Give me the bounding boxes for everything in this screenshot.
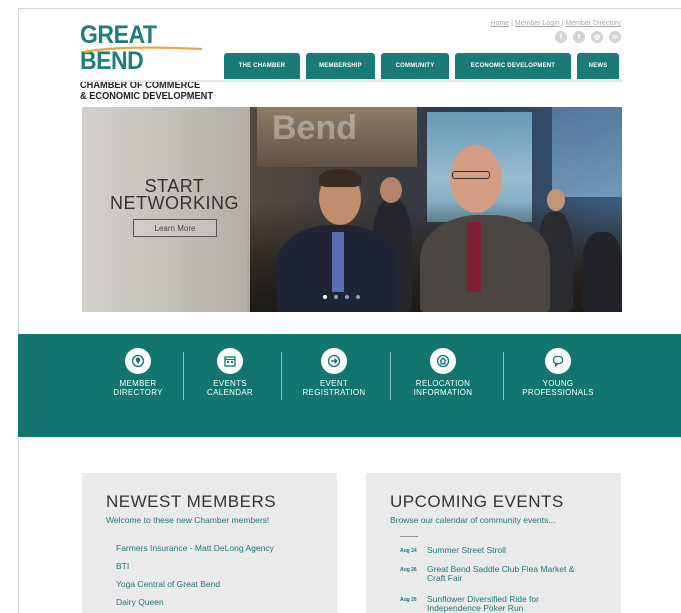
newest-members-box: NEWEST MEMBERS Welcome to these new Cham… xyxy=(82,473,337,613)
event-title[interactable]: Summer Street Stroll xyxy=(427,546,587,555)
newest-members-title: NEWEST MEMBERS xyxy=(106,492,277,511)
event-date: Aug 24 xyxy=(400,548,417,554)
logo-subtitle-line2: & ECONOMIC DEVELOPMENT xyxy=(80,90,213,102)
quick-link-relocation-information[interactable]: RELOCATION INFORMATION xyxy=(393,348,493,397)
learn-more-button[interactable]: Learn More xyxy=(133,219,217,237)
quick-link-divider xyxy=(503,352,504,400)
photo-person-tie xyxy=(467,222,481,292)
quick-link-young-professionals[interactable]: YOUNG PROFESSIONALS xyxy=(508,348,608,397)
hero-slider[interactable]: Bend START NETWORKING Learn More xyxy=(82,107,622,312)
quick-link-label: EVENT REGISTRATION xyxy=(302,379,366,397)
hero-photo-sign-text: Bend xyxy=(272,109,357,147)
nav-tab-economic-development[interactable]: ECONOMIC DEVELOPMENT xyxy=(455,53,571,79)
photo-person-head xyxy=(380,177,402,203)
photo-person-tie xyxy=(332,232,344,292)
event-date: Aug 26 xyxy=(400,567,417,573)
logo-swoosh-icon xyxy=(83,46,203,54)
event-date: Aug 26 xyxy=(400,597,417,603)
quick-link-member-directory[interactable]: MEMBER DIRECTORY xyxy=(88,348,188,397)
photo-person-right-head xyxy=(450,145,502,213)
hero-title: START NETWORKING xyxy=(82,177,267,213)
quick-link-label: MEMBER DIRECTORY xyxy=(113,379,163,397)
quick-links-band: MEMBER DIRECTORY EVENTS CALENDAR EVENT REGI… xyxy=(18,334,681,437)
nav-tab-the-chamber[interactable]: THE CHAMBER xyxy=(224,53,300,79)
twitter-icon[interactable]: t xyxy=(573,31,585,43)
member-login-link[interactable]: Member Login xyxy=(515,20,560,27)
newest-members-subtitle: Welcome to these new Chamber members! xyxy=(106,515,270,525)
location-pin-icon xyxy=(125,348,151,374)
social-links: f t ◎ in xyxy=(555,31,621,43)
nav-tab-community[interactable]: COMMUNITY xyxy=(381,53,449,79)
quick-link-label: RELOCATION INFORMATION xyxy=(413,379,473,397)
slider-dot[interactable] xyxy=(323,295,327,299)
calendar-icon xyxy=(217,348,243,374)
quick-link-label: YOUNG PROFESSIONALS xyxy=(522,379,594,397)
event-list-item[interactable]: Aug 26 Great Bend Saddle Club Flea Marke… xyxy=(400,565,587,583)
home-icon xyxy=(430,348,456,374)
hero-title-line2: NETWORKING xyxy=(110,193,239,213)
member-list-item[interactable]: BTI xyxy=(116,561,129,571)
hero-photo-screen-right xyxy=(552,107,622,197)
event-list-item[interactable]: Aug 26 Sunflower Diversified Ride for In… xyxy=(400,595,587,613)
photo-person-glasses xyxy=(452,171,490,179)
utility-links: Home | Member Login | Member Directory xyxy=(491,20,622,27)
slider-dot[interactable] xyxy=(356,295,360,299)
events-divider xyxy=(400,536,418,537)
slider-pagination xyxy=(323,295,360,299)
photo-person-head xyxy=(547,189,565,211)
arrow-right-icon xyxy=(321,348,347,374)
nav-tab-membership[interactable]: MEMBERSHIP xyxy=(306,53,375,79)
nav-tab-news[interactable]: NEWS xyxy=(577,53,619,79)
instagram-icon[interactable]: ◎ xyxy=(591,31,603,43)
event-list-item[interactable]: Aug 24 Summer Street Stroll xyxy=(400,546,587,555)
quick-link-divider xyxy=(390,352,391,400)
upcoming-events-title: UPCOMING EVENTS xyxy=(390,492,564,511)
quick-link-label: EVENTS CALENDAR xyxy=(207,379,253,397)
chat-bubble-icon xyxy=(545,348,571,374)
event-title[interactable]: Great Bend Saddle Club Flea Market & Cra… xyxy=(427,565,587,583)
slider-dot[interactable] xyxy=(345,295,349,299)
member-list-item[interactable]: Farmers Insurance - Matt DeLong Agency xyxy=(116,543,274,553)
upcoming-events-box: UPCOMING EVENTS Browse our calendar of c… xyxy=(366,473,621,613)
upcoming-events-subtitle: Browse our calendar of community events.… xyxy=(390,515,556,525)
member-directory-link[interactable]: Member Directory xyxy=(565,20,621,27)
quick-link-events-calendar[interactable]: EVENTS CALENDAR xyxy=(180,348,280,397)
member-list-item[interactable]: Dairy Queen xyxy=(116,597,164,607)
site-logo[interactable]: GREAT BEND CHAMBER OF COMMERCE & ECONOMI… xyxy=(80,22,230,102)
quick-link-divider xyxy=(281,352,282,400)
header-divider xyxy=(80,80,623,82)
main-nav: THE CHAMBER MEMBERSHIP COMMUNITY ECONOMI… xyxy=(224,53,619,79)
member-list-item[interactable]: Yoga Central of Great Bend xyxy=(116,579,220,589)
facebook-icon[interactable]: f xyxy=(555,31,567,43)
photo-person xyxy=(582,232,622,312)
home-link[interactable]: Home xyxy=(491,20,510,27)
photo-person-right-suit xyxy=(420,215,550,312)
quick-link-event-registration[interactable]: EVENT REGISTRATION xyxy=(284,348,384,397)
linkedin-icon[interactable]: in xyxy=(609,31,621,43)
photo-person-hair xyxy=(319,169,361,187)
slider-dot[interactable] xyxy=(334,295,338,299)
event-title[interactable]: Sunflower Diversified Ride for Independe… xyxy=(427,595,587,613)
